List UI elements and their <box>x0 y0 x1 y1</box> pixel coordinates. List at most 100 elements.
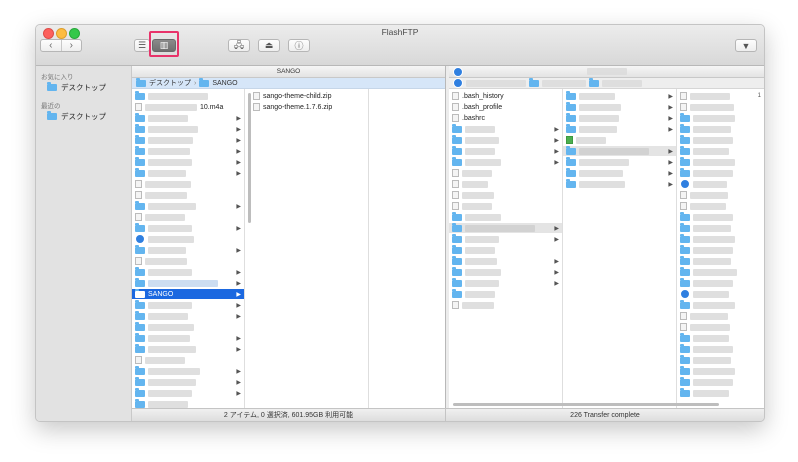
list-item[interactable] <box>132 90 244 101</box>
list-item[interactable] <box>677 365 764 376</box>
list-item[interactable]: ▶ <box>132 299 244 310</box>
list-item[interactable] <box>677 332 764 343</box>
list-item[interactable] <box>449 190 562 200</box>
list-item[interactable]: ▶ <box>563 112 676 123</box>
list-item-highlighted[interactable]: ▶ <box>563 145 676 156</box>
list-item[interactable] <box>677 354 764 365</box>
list-item[interactable]: ▶ <box>132 123 244 134</box>
menu-button[interactable]: ▼ <box>735 39 757 52</box>
list-item[interactable] <box>132 234 244 244</box>
list-item[interactable] <box>677 255 764 266</box>
list-item[interactable] <box>677 167 764 178</box>
list-item[interactable]: ▶ <box>132 167 244 178</box>
list-item-highlighted[interactable]: ▶ <box>449 222 562 233</box>
list-item[interactable]: ▶ <box>132 365 244 376</box>
list-item[interactable]: ▶ <box>563 123 676 134</box>
list-item[interactable]: sango-theme-child.zip <box>250 91 368 101</box>
list-item[interactable]: ▶ <box>132 310 244 321</box>
list-item[interactable] <box>677 244 764 255</box>
list-item[interactable] <box>677 222 764 233</box>
info-button[interactable]: ⓘ <box>288 39 310 52</box>
list-item[interactable] <box>563 135 676 145</box>
list-item[interactable] <box>132 179 244 189</box>
list-item[interactable] <box>677 201 764 211</box>
list-item[interactable]: ▶ <box>563 90 676 101</box>
list-item[interactable]: .bash_profile <box>449 102 562 112</box>
list-item[interactable]: ▶ <box>132 222 244 233</box>
list-item[interactable]: 10.m4a <box>132 102 244 112</box>
list-item[interactable]: ▶ <box>563 167 676 178</box>
list-item[interactable] <box>449 211 562 222</box>
list-item[interactable] <box>677 179 764 189</box>
list-item[interactable]: ▶ <box>132 332 244 343</box>
column-view-button[interactable]: ▥ <box>152 39 176 52</box>
list-item[interactable]: ▶ <box>449 134 562 145</box>
list-item[interactable] <box>132 355 244 365</box>
list-item[interactable]: ▶ <box>563 101 676 112</box>
list-item[interactable] <box>132 398 244 408</box>
list-item[interactable] <box>677 277 764 288</box>
list-item[interactable]: ▶ <box>449 233 562 244</box>
list-item[interactable]: ▶ <box>132 376 244 387</box>
list-item[interactable] <box>677 322 764 332</box>
list-item[interactable]: ▶ <box>132 156 244 167</box>
list-item[interactable] <box>449 168 562 178</box>
forward-button[interactable]: › <box>62 40 82 51</box>
list-item[interactable] <box>677 123 764 134</box>
list-item[interactable]: ▶ <box>132 266 244 277</box>
list-item[interactable] <box>132 190 244 200</box>
list-item[interactable]: ▶ <box>132 244 244 255</box>
list-item[interactable]: ▶ <box>449 255 562 266</box>
list-item[interactable] <box>449 179 562 189</box>
list-item[interactable]: ▶ <box>132 200 244 211</box>
list-item[interactable] <box>677 311 764 321</box>
list-item[interactable]: ▶ <box>449 277 562 288</box>
list-item[interactable] <box>449 300 562 310</box>
list-item[interactable] <box>677 190 764 200</box>
list-item[interactable] <box>677 211 764 222</box>
list-item[interactable]: ▶ <box>449 156 562 167</box>
list-item[interactable]: ▶ <box>449 145 562 156</box>
list-item[interactable] <box>449 201 562 211</box>
horizontal-scrollbar[interactable] <box>453 403 719 406</box>
list-item[interactable]: sango-theme.1.7.6.zip <box>250 102 368 112</box>
list-item[interactable] <box>677 343 764 354</box>
list-item[interactable] <box>677 299 764 310</box>
path-segment-sango[interactable]: SANGO <box>212 80 237 87</box>
list-item[interactable]: ▶ <box>132 112 244 123</box>
list-item[interactable] <box>449 288 562 299</box>
sidebar-item-recent-desktop[interactable]: デスクトップ <box>47 111 106 122</box>
list-item[interactable]: ▶ <box>563 178 676 189</box>
list-item[interactable]: ▶ <box>449 266 562 277</box>
list-item[interactable] <box>677 387 764 398</box>
list-item[interactable]: ▶ <box>132 387 244 398</box>
sidebar-item-desktop[interactable]: デスクトップ <box>47 82 106 93</box>
list-item[interactable]: ▶ <box>132 134 244 145</box>
back-button[interactable]: ‹ <box>41 40 62 51</box>
list-item[interactable]: ▶ <box>449 123 562 134</box>
list-item[interactable] <box>677 112 764 123</box>
list-item[interactable] <box>677 156 764 167</box>
list-item[interactable]: ▶ <box>132 343 244 354</box>
list-item-selected[interactable]: SANGO ▶ <box>132 288 244 299</box>
list-item[interactable] <box>677 289 764 299</box>
list-item[interactable]: ▶ <box>132 145 244 156</box>
list-item[interactable] <box>132 212 244 222</box>
list-item[interactable]: 1 <box>677 91 764 101</box>
path-segment-desktop[interactable]: デスクトップ <box>149 78 191 88</box>
list-item[interactable] <box>677 102 764 112</box>
list-item[interactable] <box>132 321 244 332</box>
list-item[interactable] <box>677 134 764 145</box>
list-item[interactable]: .bash_history <box>449 91 562 101</box>
list-item[interactable]: ▶ <box>563 156 676 167</box>
list-item[interactable] <box>677 266 764 277</box>
eject-button[interactable]: ⏏ <box>258 39 280 52</box>
list-item[interactable]: .bashrc <box>449 113 562 123</box>
connect-button[interactable]: 🖧 <box>228 39 250 52</box>
list-item[interactable] <box>677 233 764 244</box>
list-item[interactable]: ▶ <box>132 277 244 288</box>
list-item[interactable] <box>677 376 764 387</box>
list-item[interactable] <box>132 256 244 266</box>
list-view-button[interactable]: ☰ <box>134 39 150 52</box>
list-item[interactable] <box>449 244 562 255</box>
